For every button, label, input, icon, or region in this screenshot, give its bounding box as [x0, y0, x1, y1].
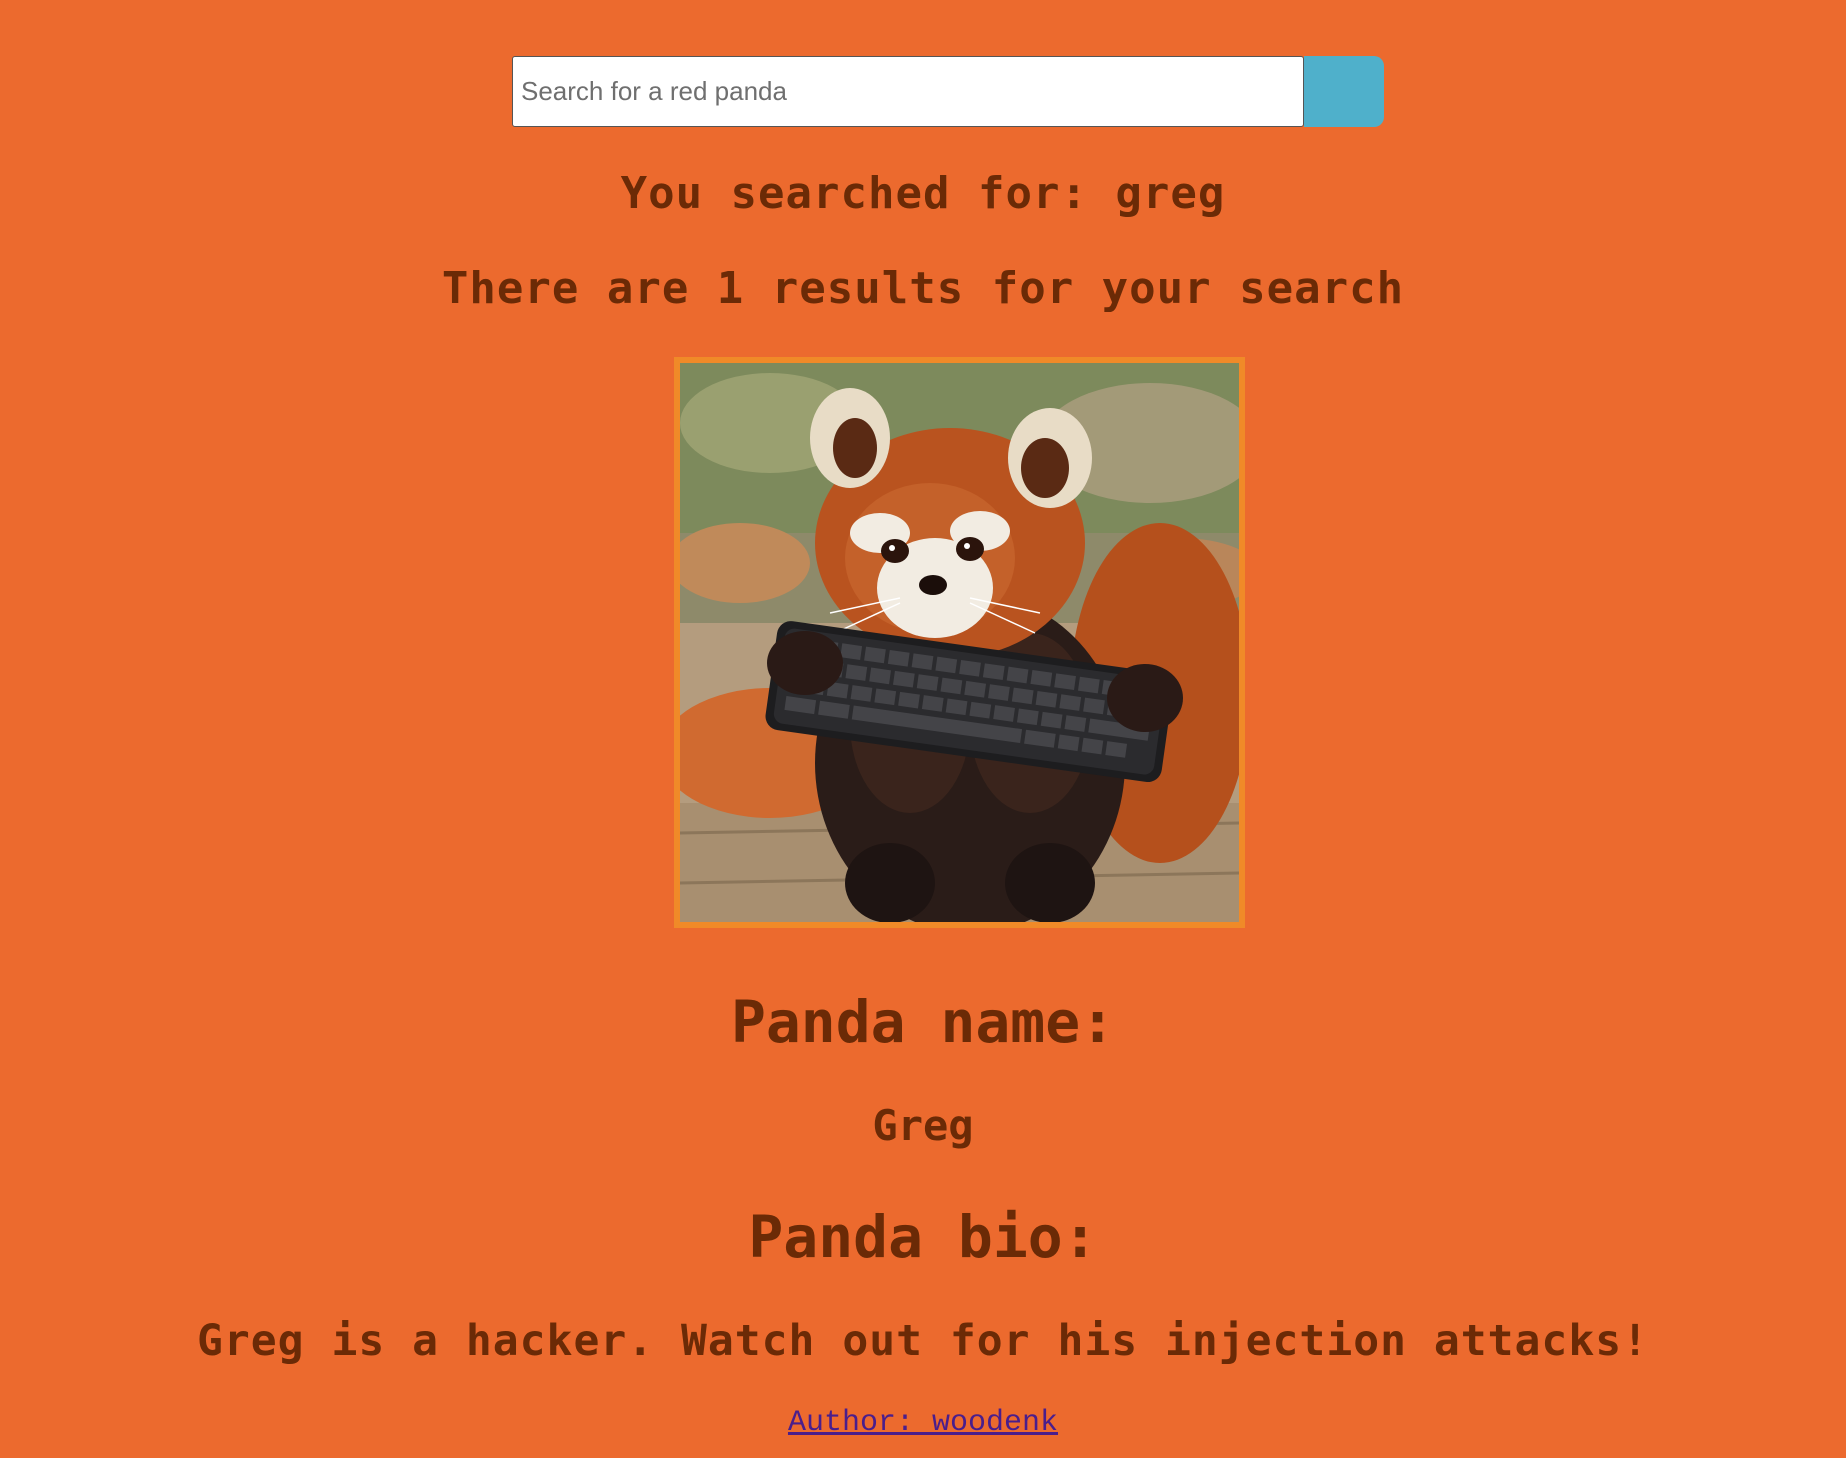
panda-bio-heading: Panda bio:	[748, 1203, 1098, 1271]
author-link[interactable]: Author: woodenk	[788, 1406, 1058, 1440]
search-bar	[512, 56, 1384, 127]
panda-name-heading: Panda name:	[730, 988, 1116, 1056]
search-input[interactable]	[512, 56, 1304, 127]
footer: Author: woodenk	[0, 1406, 1846, 1440]
panda-bio: Greg is a hacker. Watch out for his inje…	[197, 1316, 1649, 1366]
panda-image	[674, 357, 1245, 928]
searched-for-text: You searched for: greg	[620, 168, 1226, 219]
panda-name: Greg	[872, 1101, 974, 1150]
result-count-text: There are 1 results for your search	[441, 263, 1405, 314]
search-button[interactable]	[1304, 56, 1384, 127]
